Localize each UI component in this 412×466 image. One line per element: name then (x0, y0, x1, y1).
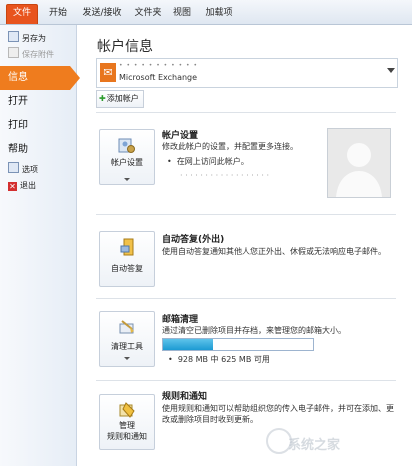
tab-addins[interactable]: 加载项 (202, 5, 236, 24)
account-settings-label: 帐户设置 (111, 158, 143, 167)
plus-icon: ✚ (99, 94, 106, 103)
bullet-icon: • (168, 355, 178, 364)
add-account-label: 添加帐户 (106, 94, 139, 103)
divider (96, 380, 396, 381)
mailbox-usage-fill (163, 339, 213, 350)
auto-reply-button[interactable]: 自动答复 (99, 231, 155, 287)
nav-open[interactable]: 打开 (0, 90, 76, 114)
manage-rules-label-1: 管理 (119, 421, 135, 430)
close-icon: ✕ (8, 182, 17, 191)
mailbox-usage-bar (162, 338, 314, 351)
nav-save-as-label: 另存为 (22, 34, 46, 43)
ribbon-tabs: 文件 开始 发送/接收 文件夹 视图 加载项 (0, 0, 412, 25)
manage-rules-label-2: 规则和通知 (107, 432, 147, 441)
options-icon (8, 162, 19, 173)
web-access-link-label: 在网上访问此帐户。 (176, 157, 249, 166)
divider (96, 214, 396, 215)
mailbox-quota-text: 928 MB 中 625 MB 可用 (177, 355, 270, 364)
account-type: Microsoft Exchange (119, 73, 198, 82)
rules-desc: 使用规则和通知可以帮助组织您的传入电子邮件，并可在添加、更改或删除项目时收到更新… (162, 404, 394, 424)
tab-home[interactable]: 开始 (44, 5, 72, 24)
exchange-icon: ✉ (100, 63, 116, 82)
attachment-icon (8, 47, 19, 58)
account-settings-icon (118, 138, 135, 153)
avatar (327, 128, 391, 198)
divider (96, 298, 396, 299)
account-selector[interactable]: ✉ • • • • • • • • • • • Microsoft Exchan… (96, 58, 398, 88)
rules-title: 规则和通知 (162, 392, 208, 402)
tab-send-receive[interactable]: 发送/接收 (80, 5, 124, 24)
account-url[interactable]: · · · · · · · · · · · · · · · · · · (180, 171, 269, 180)
nav-options-label: 选项 (22, 165, 38, 174)
dropdown-arrow-icon (124, 357, 130, 360)
auto-reply-label: 自动答复 (111, 264, 143, 273)
nav-help[interactable]: 帮助 (0, 138, 76, 162)
account-email: • • • • • • • • • • • (119, 62, 199, 69)
tab-view[interactable]: 视图 (170, 5, 194, 24)
account-settings-button[interactable]: 帐户设置 (99, 129, 155, 185)
nav-print[interactable]: 打印 (0, 114, 76, 138)
divider (96, 112, 396, 113)
tab-file[interactable]: 文件 (6, 4, 38, 24)
auto-reply-title: 自动答复(外出) (162, 235, 225, 245)
add-account-button[interactable]: ✚添加帐户 (96, 90, 144, 108)
nav-save-attachments[interactable]: 保存附件 (8, 47, 54, 61)
nav-info[interactable]: 信息 (0, 66, 80, 90)
cleanup-title: 邮箱清理 (162, 315, 199, 325)
backstage-nav: 另存为 保存附件 信息 打开 打印 帮助 选项 ✕ 退出 (0, 25, 80, 466)
nav-save-as[interactable]: 另存为 (8, 31, 46, 45)
save-as-icon (8, 31, 19, 42)
web-access-link[interactable]: • 在网上访问此帐户。 (167, 156, 249, 167)
cleanup-tools-button[interactable]: 清理工具 (99, 311, 155, 367)
user-silhouette-icon (328, 129, 390, 197)
chevron-down-icon (387, 68, 395, 73)
cleanup-icon (119, 320, 134, 334)
mailbox-quota: • 928 MB 中 625 MB 可用 (168, 354, 270, 365)
cleanup-desc: 通过清空已删除项目并存档，来管理您的邮箱大小。 (162, 326, 346, 335)
account-settings-title: 帐户设置 (162, 131, 199, 141)
page-title: 帐户信息 (97, 39, 153, 55)
nav-exit-label: 退出 (20, 181, 36, 190)
rules-icon (119, 402, 135, 418)
auto-reply-icon (120, 238, 134, 256)
nav-exit[interactable]: ✕ 退出 (8, 179, 36, 193)
cleanup-tools-label: 清理工具 (111, 342, 143, 351)
dropdown-arrow-icon (124, 178, 130, 181)
nav-save-attachments-label: 保存附件 (22, 50, 54, 59)
watermark: 系统之家 (288, 438, 341, 453)
manage-rules-button[interactable]: 管理 规则和通知 (99, 394, 155, 450)
bullet-icon: • (167, 157, 177, 166)
tab-folder[interactable]: 文件夹 (132, 5, 164, 24)
auto-reply-desc: 使用自动答复通知其他人您正外出、休假或无法响应电子邮件。 (162, 247, 386, 256)
nav-options[interactable]: 选项 (8, 162, 38, 176)
